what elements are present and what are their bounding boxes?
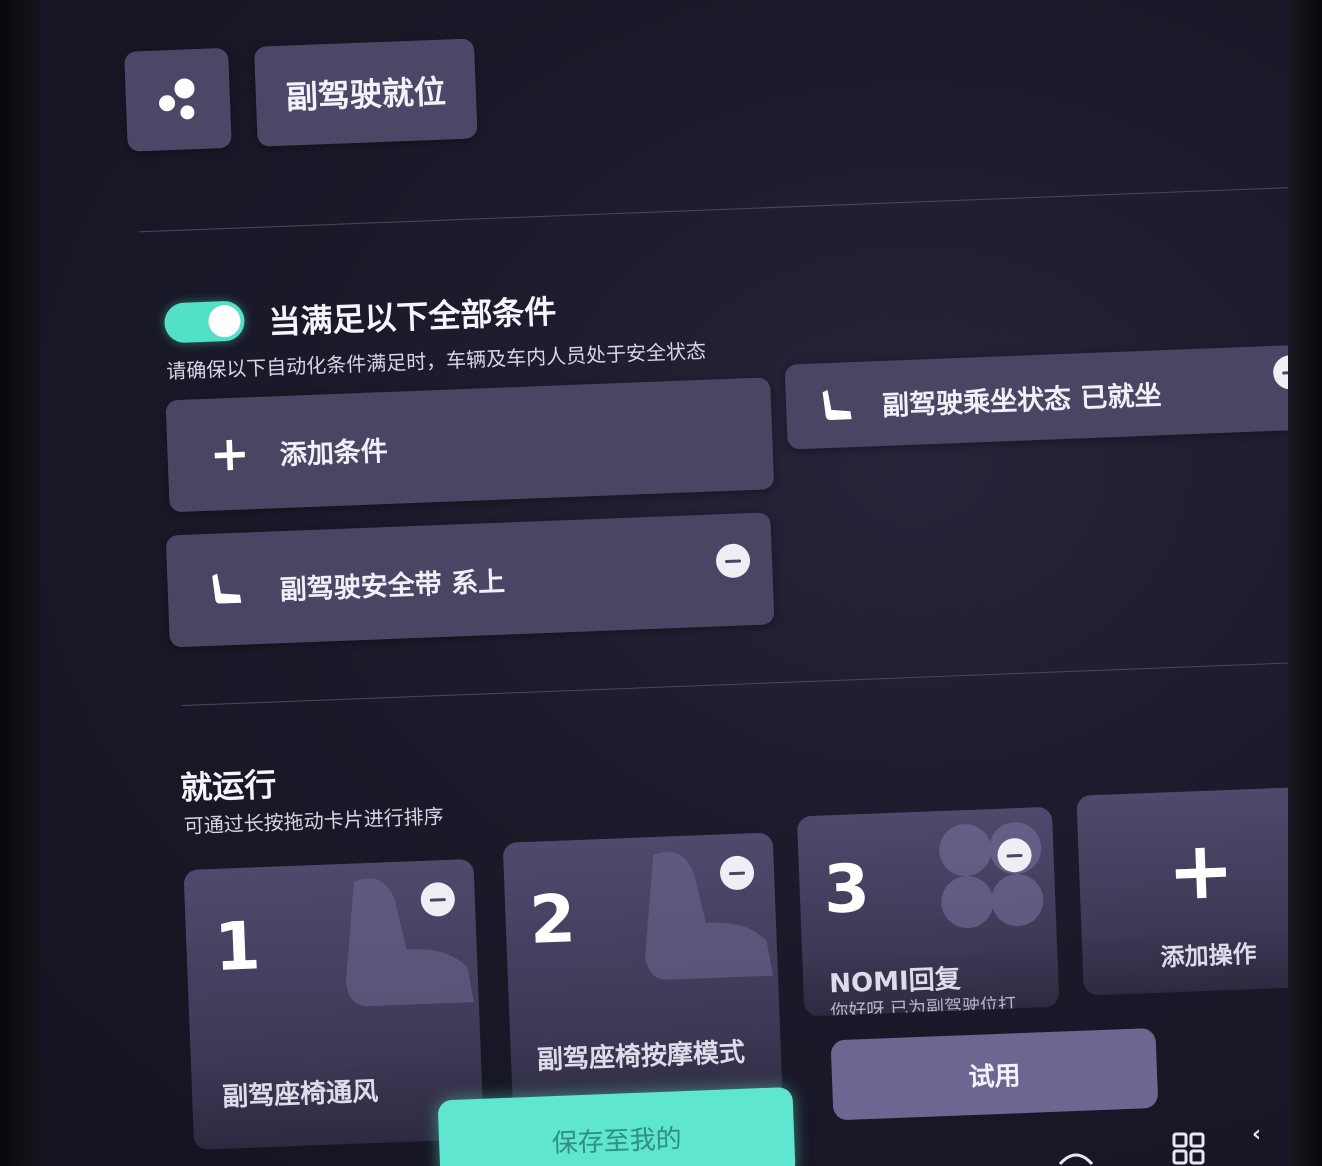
action-card-3[interactable]: 3 NOMI回复 你好呀 已为副驾驶位打 xyxy=(796,806,1060,1017)
seat-icon xyxy=(345,878,474,1007)
conditions-divider xyxy=(182,661,1290,707)
add-condition-button[interactable]: + 添加条件 xyxy=(165,377,775,513)
scene-icon-button[interactable] xyxy=(124,47,232,152)
fan-icon xyxy=(939,822,1044,929)
action-card-2[interactable]: 2 副驾座椅按摩模式 xyxy=(502,832,784,1123)
seat-icon xyxy=(212,573,242,604)
action-number: 2 xyxy=(528,880,578,959)
add-action-label: 添加操作 xyxy=(1160,940,1258,972)
add-condition-label: 添加条件 xyxy=(279,435,389,471)
chevron-left-icon[interactable]: ‹ xyxy=(1252,1122,1261,1147)
condition-label: 副驾驶安全带 系上 xyxy=(279,566,506,606)
bubbles-icon xyxy=(159,78,195,120)
conditions-note: 请确保以下自动化条件满足时，车辆及车内人员处于安全状态 xyxy=(165,338,707,384)
actions-heading: 就运行 xyxy=(179,765,278,808)
conditions-toggle[interactable] xyxy=(163,300,246,344)
screen-bezel-left xyxy=(0,0,40,1166)
seat-icon xyxy=(645,852,773,980)
automation-editor: 副驾驶就位 当满足以下全部条件 请确保以下自动化条件满足时，车辆及车内人员处于安… xyxy=(40,0,1290,1166)
scene-title[interactable]: 副驾驶就位 xyxy=(253,38,478,147)
toggle-knob xyxy=(207,304,242,338)
climate-icon[interactable] xyxy=(1058,1150,1094,1166)
grid-icon[interactable] xyxy=(1172,1132,1206,1166)
condition-card-seat-occupied[interactable]: 副驾驶乘坐状态 已就坐 xyxy=(784,344,1290,450)
screen-bezel-right xyxy=(1288,0,1322,1166)
remove-condition-button[interactable] xyxy=(715,543,751,579)
plus-icon: + xyxy=(1165,822,1237,919)
try-button[interactable]: 试用 xyxy=(830,1027,1159,1121)
conditions-heading: 当满足以下全部条件 xyxy=(267,292,558,342)
car-screen: 副驾驶就位 当满足以下全部条件 请确保以下自动化条件满足时，车辆及车内人员处于安… xyxy=(40,0,1290,1166)
action-number: 3 xyxy=(822,849,872,929)
condition-card-seatbelt[interactable]: 副驾驶安全带 系上 xyxy=(165,512,775,648)
save-button[interactable]: 保存至我的 xyxy=(437,1086,796,1166)
header-divider xyxy=(138,186,1290,233)
action-number: 1 xyxy=(213,907,262,986)
seat-icon xyxy=(822,389,852,420)
add-action-button[interactable]: + 添加操作 xyxy=(1076,786,1290,996)
plus-icon: + xyxy=(208,425,251,483)
action-label: 副驾座椅按摩模式 xyxy=(536,1037,746,1076)
action-label: 副驾座椅通风 xyxy=(221,1076,379,1113)
condition-label: 副驾驶乘坐状态 已就坐 xyxy=(881,380,1163,422)
